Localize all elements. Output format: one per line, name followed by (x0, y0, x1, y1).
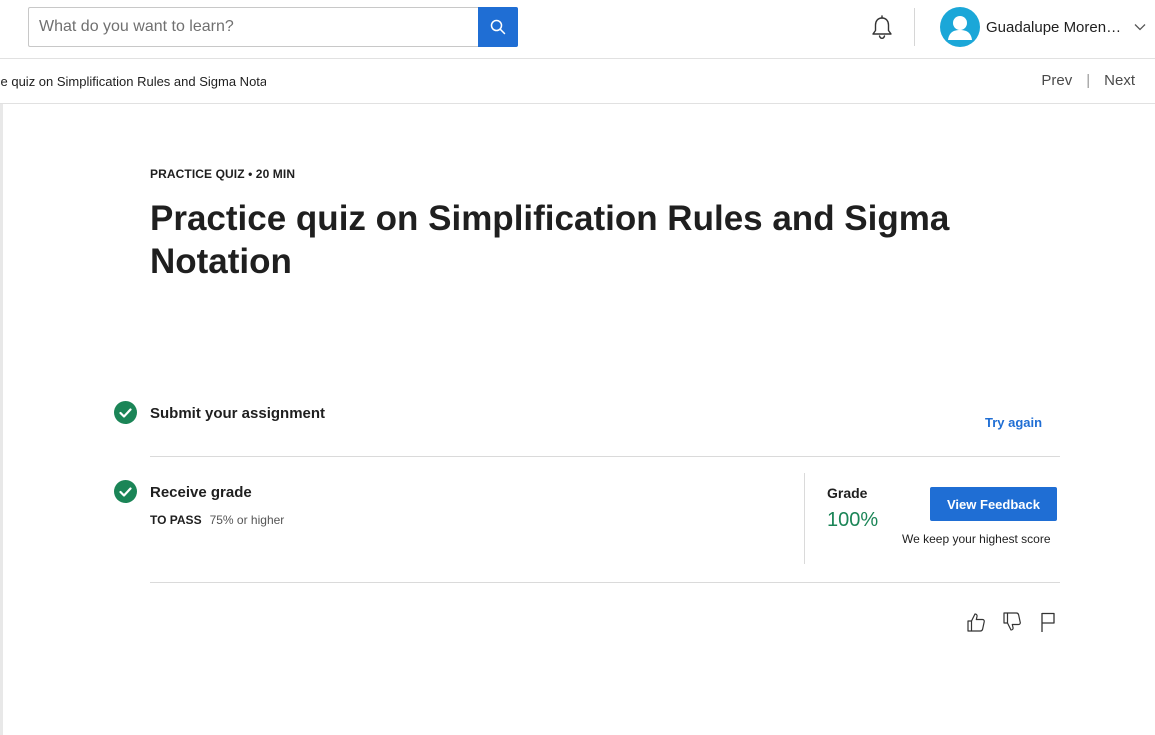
grade-divider (804, 473, 805, 564)
avatar-icon (940, 7, 980, 47)
grade-label: Grade (827, 485, 868, 501)
grade-value: 100% (827, 509, 879, 531)
flag-icon (1038, 611, 1058, 633)
to-pass-label: TO PASS (150, 513, 202, 527)
search-icon (490, 19, 506, 35)
page-title: Practice quiz on Simplification Rules an… (150, 199, 950, 281)
thumbs-up-icon (965, 611, 987, 633)
like-button[interactable] (964, 610, 988, 634)
next-link[interactable]: Next (1104, 72, 1135, 89)
header-divider (914, 8, 915, 46)
breadcrumb[interactable]: ce quiz on Simplification Rules and Sigm… (0, 74, 266, 89)
left-border (0, 104, 3, 735)
search-button[interactable] (478, 7, 518, 47)
quiz-meta: PRACTICE QUIZ • 20 MIN (150, 167, 296, 181)
top-bar: Guadalupe Moreno... (0, 0, 1155, 59)
notifications-button[interactable] (868, 13, 896, 43)
divider (150, 456, 1060, 457)
highest-score-note: We keep your highest score (902, 532, 1051, 546)
to-pass-value: 75% or higher (209, 513, 285, 527)
prev-next-nav: Prev | Next (1041, 72, 1135, 89)
try-again-link[interactable]: Try again (985, 415, 1042, 430)
user-name: Guadalupe Moreno... (986, 18, 1126, 36)
pass-requirement: TO PASS 75% or higher (150, 513, 284, 527)
nav-separator: | (1086, 72, 1091, 89)
avatar (940, 7, 980, 47)
user-menu[interactable]: Guadalupe Moreno... (940, 7, 1146, 47)
feedback-actions (964, 610, 1072, 634)
dislike-button[interactable] (1000, 610, 1024, 634)
submit-check-icon (114, 401, 137, 424)
report-button[interactable] (1036, 610, 1060, 634)
chevron-down-icon (1134, 23, 1146, 31)
thumbs-down-icon (1001, 611, 1023, 633)
prev-link[interactable]: Prev (1041, 72, 1072, 89)
grade-check-icon (114, 480, 137, 503)
breadcrumb-bar: ce quiz on Simplification Rules and Sigm… (0, 59, 1155, 104)
divider (150, 582, 1060, 583)
search-bar (28, 7, 518, 47)
search-input[interactable] (28, 7, 478, 47)
submit-assignment-label: Submit your assignment (150, 405, 326, 422)
receive-grade-label: Receive grade (150, 484, 252, 501)
view-feedback-button[interactable]: View Feedback (930, 487, 1057, 521)
bell-icon (870, 15, 894, 41)
